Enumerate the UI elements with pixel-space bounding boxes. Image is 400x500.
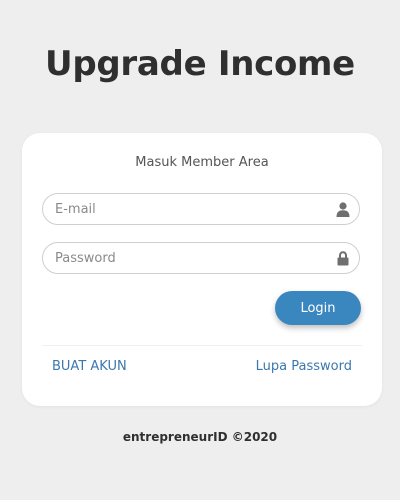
footer-copyright: entrepreneurID ©2020 (122, 430, 278, 444)
login-button[interactable]: Login (275, 291, 361, 325)
forgot-password-link[interactable]: Lupa Password (256, 359, 352, 375)
login-heading: Masuk Member Area (135, 155, 269, 170)
app-title: Upgrade Income (45, 44, 355, 84)
lock-icon (336, 251, 350, 266)
create-account-link[interactable]: BUAT AKUN (52, 359, 127, 375)
email-field (42, 193, 360, 225)
email-input[interactable] (43, 194, 359, 224)
login-card: Masuk Member Area Login BUAT AKUN Lupa P… (22, 133, 382, 406)
password-field (42, 242, 360, 274)
divider (42, 345, 362, 346)
user-icon (336, 202, 350, 217)
password-input[interactable] (43, 243, 359, 273)
